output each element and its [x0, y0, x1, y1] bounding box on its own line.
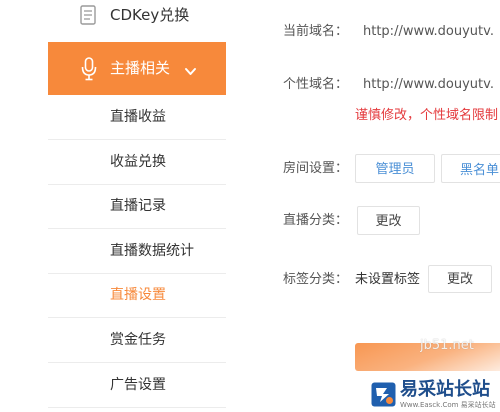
sidebar-item-label: 直播数据统计 — [110, 243, 194, 259]
sidebar-item-label: 赏金任务 — [110, 332, 166, 348]
sidebar-item-bounty-tasks[interactable]: 赏金任务 — [48, 318, 226, 363]
watermark-site-text: jb51.net — [420, 338, 474, 353]
sidebar-item-income-exchange[interactable]: 收益兑换 — [48, 140, 226, 185]
sidebar-item-live-settings[interactable]: 直播设置 — [48, 273, 226, 318]
blacklist-button[interactable]: 黑名单 — [441, 154, 500, 183]
room-settings-label: 房间设置： — [283, 161, 349, 176]
sidebar-item-label: 广告设置 — [110, 377, 166, 393]
sidebar-item-live-records[interactable]: 直播记录 — [48, 184, 226, 229]
domain-warning-text: 谨慎修改，个性域名限制 — [355, 108, 499, 123]
tags-label: 标签分类： — [283, 272, 349, 287]
current-domain-label: 当前域名： — [283, 24, 349, 39]
category-label: 直播分类： — [283, 213, 349, 228]
custom-domain-value: http://www.douyutv. — [363, 77, 494, 92]
change-category-button[interactable]: 更改 — [357, 206, 420, 235]
current-domain-value: http://www.douyutv. — [363, 24, 494, 39]
document-icon — [80, 5, 96, 25]
microphone-icon — [81, 57, 97, 81]
watermark-brand: 易采站长站 — [400, 379, 490, 400]
sidebar-item-live-income[interactable]: 直播收益 — [48, 95, 226, 140]
sidebar-item-label: CDKey兑换 — [110, 6, 190, 24]
watermark-url: Www.Easck.Com 易采站长站 — [400, 401, 496, 409]
change-tags-button[interactable]: 更改 — [428, 265, 492, 293]
watermark-logo: 易采站长站 Www.Easck.Com 易采站长站 — [362, 378, 500, 412]
sidebar-item-label: 直播设置 — [110, 287, 166, 303]
sidebar-item-live-statistics[interactable]: 直播数据统计 — [48, 229, 226, 274]
custom-domain-label: 个性域名： — [283, 77, 349, 92]
sidebar-item-label: 直播收益 — [110, 109, 166, 125]
sidebar-item-ad-settings[interactable]: 广告设置 — [48, 363, 226, 408]
sidebar-item-cdkey[interactable]: CDKey兑换 — [48, 0, 226, 30]
chevron-down-icon — [184, 63, 197, 76]
sidebar-item-label: 直播记录 — [110, 198, 166, 214]
admin-button[interactable]: 管理员 — [355, 154, 435, 183]
sidebar-group-label: 主播相关 — [110, 59, 171, 77]
sidebar-item-label: 收益兑换 — [110, 154, 166, 170]
tags-value: 未设置标签 — [355, 272, 421, 287]
site-logo-icon — [371, 382, 396, 407]
sidebar-group-streamer[interactable]: 主播相关 — [48, 42, 226, 95]
